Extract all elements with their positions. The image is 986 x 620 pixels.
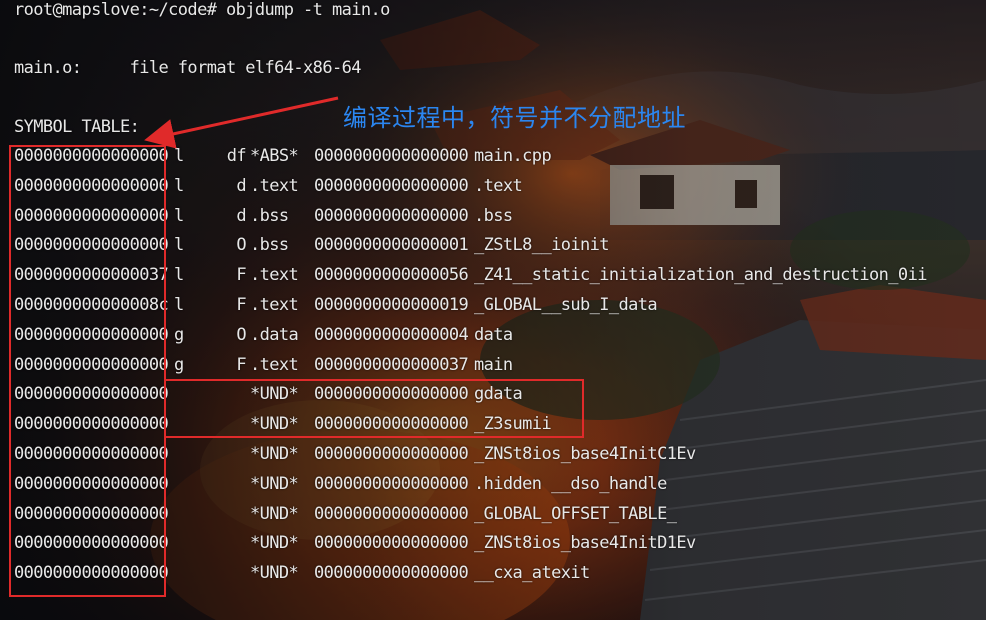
symbol-flags: df: [226, 146, 247, 166]
symbol-section: *UND*: [250, 563, 299, 584]
symbol-address: 0000000000000000: [14, 384, 169, 405]
symbol-scope: l: [174, 295, 184, 315]
symbol-flags: d: [236, 175, 246, 196]
symbol-flags: O: [236, 324, 246, 345]
symbol-name: _ZNSt8ios_base4InitC1Ev: [474, 444, 696, 464]
symbol-section: .text: [250, 175, 299, 196]
symbol-table-header: SYMBOL TABLE:: [14, 117, 140, 137]
symbol-address: 0000000000000000: [14, 205, 169, 226]
symbol-size: 0000000000000000: [314, 444, 469, 464]
symbol-name: data: [474, 324, 513, 345]
symbol-flags: O: [236, 235, 246, 256]
symbol-size: 0000000000000004: [314, 324, 469, 345]
symbol-flags: F: [236, 265, 246, 286]
symbol-address: 0000000000000000: [14, 444, 169, 464]
symbol-flags: d: [236, 205, 246, 226]
symbol-section: .data: [250, 324, 299, 345]
symbol-scope: l: [174, 175, 184, 196]
symbol-flags: F: [236, 354, 246, 375]
symbol-size: 0000000000000001: [314, 235, 469, 256]
symbol-flags: F: [236, 295, 246, 315]
symbol-scope: l: [174, 235, 184, 256]
symbol-name: gdata: [474, 384, 523, 405]
symbol-address: 0000000000000000: [14, 414, 169, 435]
symbol-section: *ABS*: [250, 146, 299, 166]
symbol-section: .text: [250, 354, 299, 375]
symbol-size: 0000000000000000: [314, 533, 469, 554]
symbol-name: _ZNSt8ios_base4InitD1Ev: [474, 533, 696, 554]
symbol-size: 0000000000000000: [314, 205, 469, 226]
annotation-label: 编译过程中，符号并不分配地址: [343, 104, 686, 132]
symbol-size: 0000000000000000: [314, 563, 469, 584]
symbol-size: 0000000000000000: [314, 503, 469, 524]
symbol-section: *UND*: [250, 533, 299, 554]
symbol-section: .text: [250, 265, 299, 286]
symbol-name: .hidden __dso_handle: [474, 473, 667, 494]
symbol-address: 0000000000000000: [14, 235, 169, 256]
command-prompt-line: root@mapslove:~/code# objdump -t main.o: [14, 0, 390, 20]
symbol-scope: l: [174, 265, 184, 286]
symbol-size: 0000000000000037: [314, 354, 469, 375]
symbol-section: *UND*: [250, 414, 299, 435]
symbol-name: _GLOBAL__sub_I_data: [474, 295, 658, 315]
symbol-size: 0000000000000000: [314, 473, 469, 494]
symbol-section: *UND*: [250, 473, 299, 494]
symbol-section: *UND*: [250, 384, 299, 405]
symbol-size: 0000000000000000: [314, 175, 469, 196]
terminal-window[interactable]: root@mapslove:~/code# objdump -t main.o …: [0, 0, 986, 620]
symbol-size: 0000000000000000: [314, 414, 469, 435]
symbol-address: 0000000000000000: [14, 324, 169, 345]
symbol-scope: g: [174, 324, 184, 345]
symbol-address: 0000000000000000: [14, 354, 169, 375]
symbol-name: .bss: [474, 205, 513, 226]
symbol-address: 0000000000000000: [14, 175, 169, 196]
symbol-name: .text: [474, 175, 523, 196]
symbol-name: __cxa_atexit: [474, 563, 590, 584]
symbol-address: 000000000000008c: [14, 295, 169, 315]
symbol-name: _Z3sumii: [474, 414, 552, 435]
symbol-size: 0000000000000019: [314, 295, 469, 315]
symbol-address: 0000000000000000: [14, 146, 169, 166]
symbol-section: .bss: [250, 235, 289, 256]
symbol-section: .text: [250, 295, 299, 315]
symbol-scope: l: [174, 205, 184, 226]
symbol-section: *UND*: [250, 444, 299, 464]
symbol-size: 0000000000000000: [314, 384, 469, 405]
symbol-address: 0000000000000037: [14, 265, 169, 286]
symbol-address: 0000000000000000: [14, 473, 169, 494]
symbol-name: main.cpp: [474, 146, 552, 166]
symbol-scope: g: [174, 354, 184, 375]
symbol-address: 0000000000000000: [14, 563, 169, 584]
symbol-address: 0000000000000000: [14, 503, 169, 524]
symbol-name: _GLOBAL_OFFSET_TABLE_: [474, 503, 677, 524]
symbol-scope: l: [174, 146, 184, 166]
symbol-section: .bss: [250, 205, 289, 226]
symbol-address: 0000000000000000: [14, 533, 169, 554]
symbol-size: 0000000000000056: [314, 265, 469, 286]
symbol-section: *UND*: [250, 503, 299, 524]
symbol-size: 0000000000000000: [314, 146, 469, 166]
symbol-name: main: [474, 354, 513, 375]
file-format-line: main.o: file format elf64-x86-64: [14, 58, 361, 78]
symbol-name: _ZStL8__ioinit: [474, 235, 609, 256]
symbol-name: _Z41__static_initialization_and_destruct…: [474, 265, 927, 286]
